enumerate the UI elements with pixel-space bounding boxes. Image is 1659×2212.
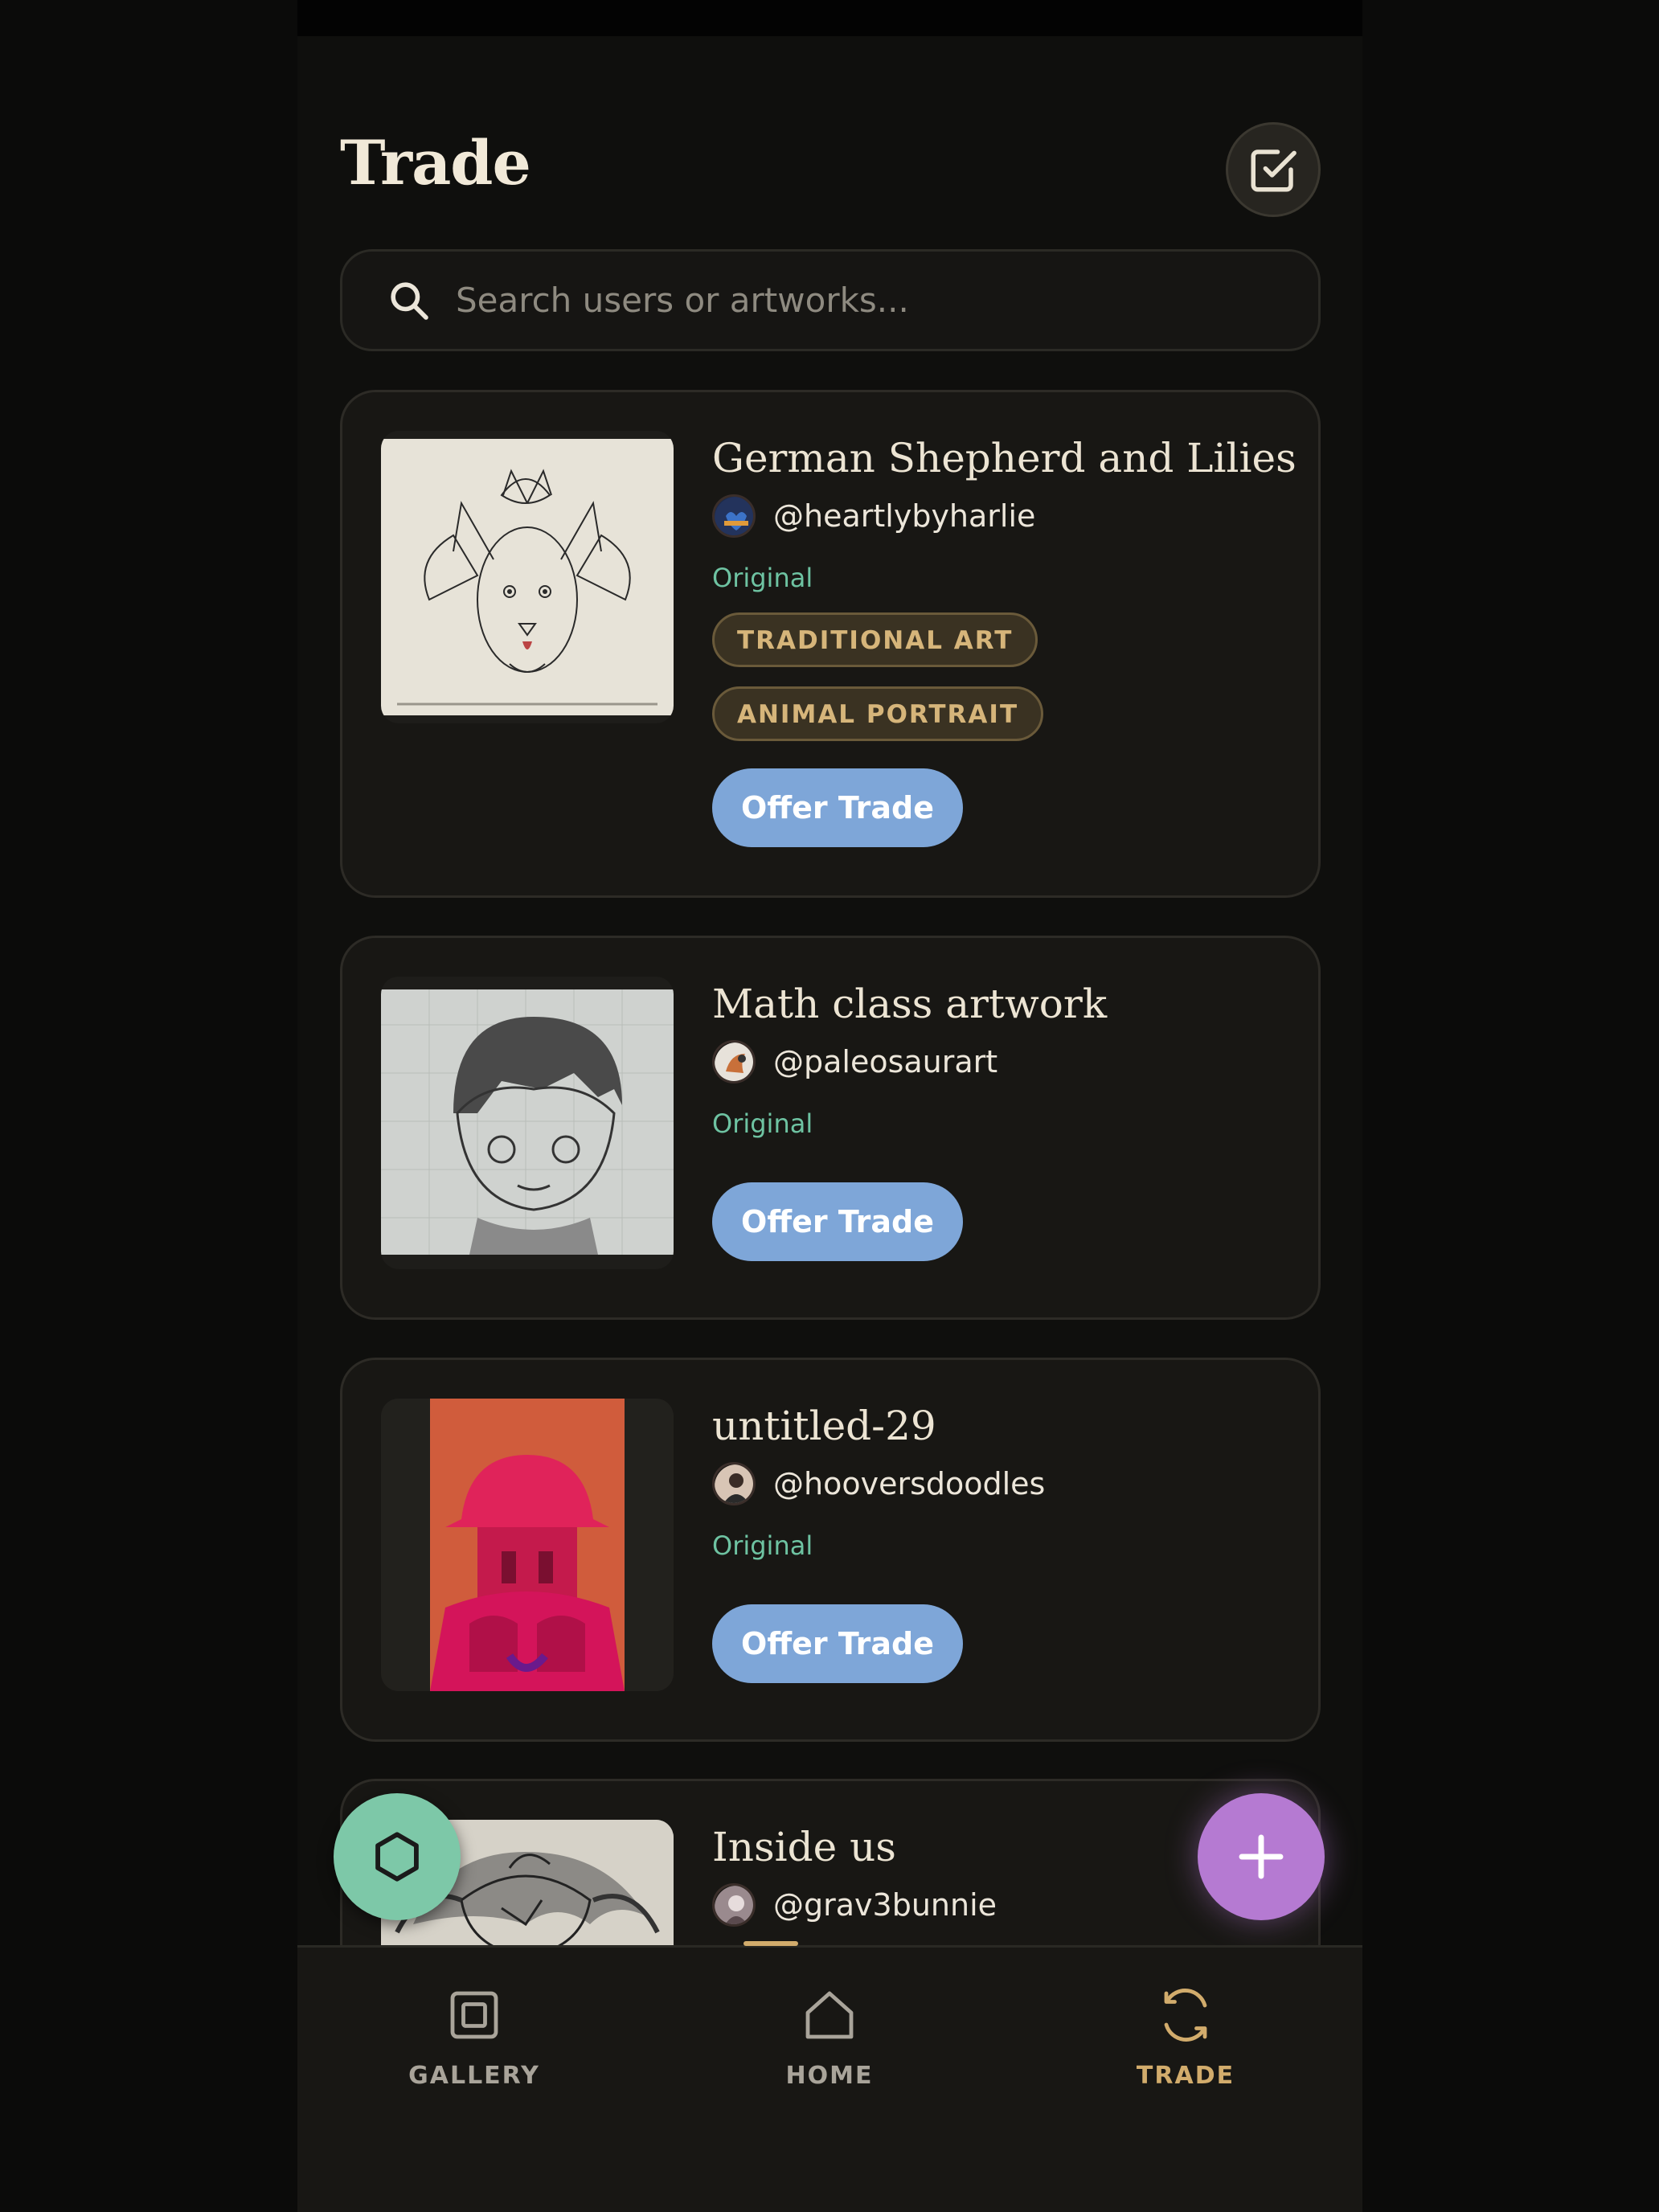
avatar (712, 1462, 756, 1505)
listing-card[interactable]: untitled-29 @hooversdoodles Original Off… (340, 1358, 1321, 1742)
select-mode-button[interactable] (1226, 122, 1321, 217)
hexagon-icon (375, 1832, 419, 1882)
avatar (712, 1040, 756, 1083)
listing-card[interactable]: Math class artwork @paleosaurart Origina… (340, 936, 1321, 1320)
condition-label: Original (712, 563, 813, 593)
search-input[interactable] (456, 268, 1318, 333)
artwork-title[interactable]: German Shepherd and Lilies (712, 432, 1296, 484)
add-listing-button[interactable] (1198, 1793, 1325, 1920)
hexagon-fab-button[interactable] (334, 1793, 461, 1920)
status-bar (297, 0, 1362, 36)
condition-label: Original (712, 1530, 813, 1561)
nav-item-gallery[interactable]: GALLERY (354, 1948, 595, 2108)
artist-row[interactable]: @heartlybyharlie (712, 492, 1286, 540)
offer-trade-button[interactable]: Offer Trade (712, 1182, 963, 1261)
nav-item-home[interactable]: HOME (709, 1948, 950, 2108)
plus-icon (1239, 1834, 1284, 1879)
artist-row[interactable]: @hooversdoodles (712, 1460, 1286, 1508)
tag-list: TRADITIONAL ART ANIMAL PORTRAIT (712, 593, 1286, 741)
page-title: Trade (340, 127, 531, 199)
nav-item-trade[interactable]: TRADE (1065, 1948, 1306, 2108)
artist-handle[interactable]: @paleosaurart (773, 1044, 997, 1079)
search-icon (391, 281, 428, 320)
artist-handle[interactable]: @hooversdoodles (773, 1466, 1045, 1501)
nav-label-trade: TRADE (1136, 2062, 1235, 2090)
tag-badge[interactable]: TRADITIONAL ART (712, 612, 1038, 667)
bottom-nav: GALLERY HOME TRADE (297, 1941, 1362, 2212)
active-tab-indicator (743, 1941, 798, 1946)
artist-handle[interactable]: @heartlybyharlie (773, 498, 1035, 534)
trade-screen: Trade Search users or artworks... German… (297, 0, 1362, 2212)
artwork-thumbnail[interactable] (381, 431, 674, 723)
artist-row[interactable]: @paleosaurart (712, 1038, 1286, 1086)
artwork-thumbnail[interactable] (381, 1399, 674, 1691)
artwork-thumbnail[interactable] (381, 977, 674, 1269)
offer-trade-button[interactable]: Offer Trade (712, 1604, 963, 1683)
listing-card[interactable]: German Shepherd and Lilies @heartlybyhar… (340, 390, 1321, 898)
nav-label-home: HOME (785, 2062, 874, 2090)
nav-label-gallery: GALLERY (408, 2062, 540, 2090)
avatar (712, 1883, 756, 1927)
condition-label: Original (712, 1108, 813, 1139)
tag-badge[interactable]: ANIMAL PORTRAIT (712, 686, 1044, 741)
trade-icon (1164, 1989, 1207, 2042)
artwork-title[interactable]: Math class artwork (712, 978, 1286, 1030)
artist-row[interactable]: @grav3bunnie (712, 1881, 1286, 1929)
artwork-title[interactable]: untitled-29 (712, 1400, 1286, 1452)
offer-trade-button[interactable]: Offer Trade (712, 768, 963, 847)
checkbox-icon (1251, 150, 1296, 192)
gallery-icon (450, 1991, 498, 2039)
avatar (712, 494, 756, 538)
artist-handle[interactable]: @grav3bunnie (773, 1887, 997, 1923)
home-icon (805, 1991, 854, 2039)
search-bar[interactable] (340, 249, 1321, 351)
